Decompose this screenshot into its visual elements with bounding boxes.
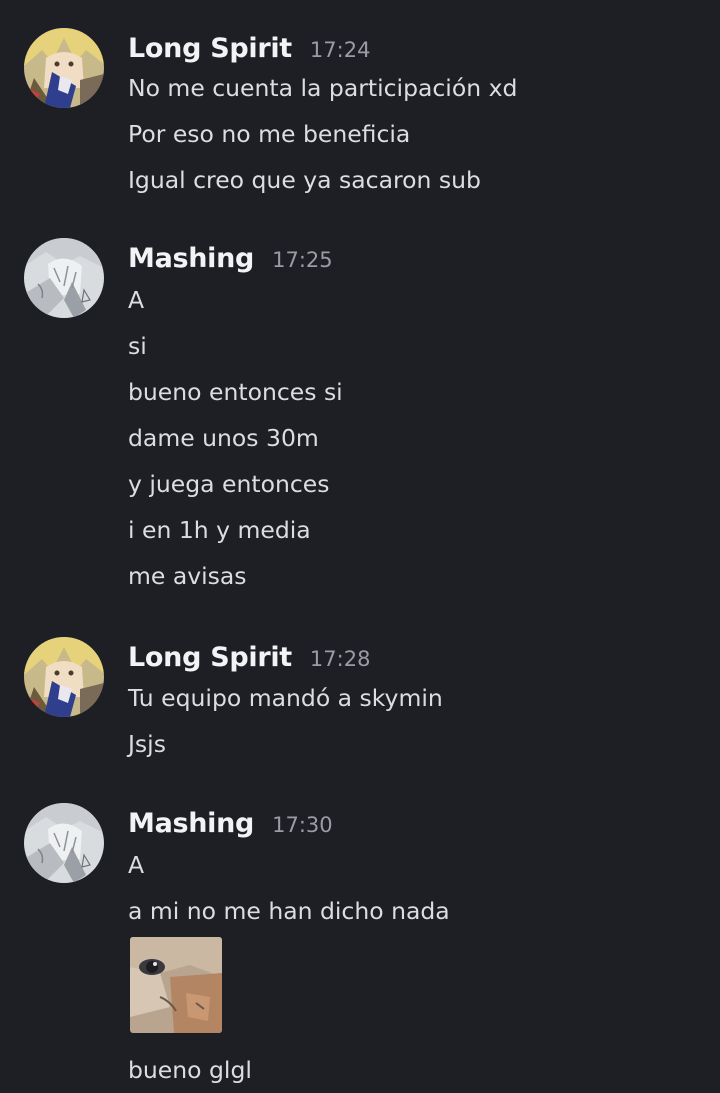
message-text: dame unos 30m: [128, 424, 319, 452]
message-text: A: [128, 286, 145, 314]
message-text: me avisas: [128, 562, 247, 590]
message-group: Long Spirit 17:28 Tu equipo mandó a skym…: [0, 637, 720, 767]
message-text: No me cuenta la participación xd: [128, 74, 518, 102]
author-name[interactable]: Mashing: [128, 808, 254, 839]
message-text: bueno glgl: [128, 1056, 252, 1084]
message-group: Mashing 17:25 A si bueno entonces si dam…: [0, 238, 720, 598]
message-text: A: [128, 851, 145, 879]
cat-photo-attachment-icon[interactable]: [130, 937, 222, 1033]
message-group: Long Spirit 17:24 No me cuenta la partic…: [0, 28, 720, 198]
message-header: Mashing 17:30: [128, 803, 333, 843]
message-header: Long Spirit 17:24: [128, 28, 370, 68]
author-name[interactable]: Long Spirit: [128, 33, 292, 64]
message-text: bueno entonces si: [128, 378, 343, 406]
timestamp: 17:28: [309, 647, 371, 671]
message-group: Mashing 17:30 A a mi no me han dicho nad…: [0, 803, 720, 1093]
timestamp: 17:30: [272, 813, 333, 837]
sketch-avatar-icon[interactable]: [24, 238, 104, 318]
author-name[interactable]: Mashing: [128, 243, 254, 274]
anime-blonde-avatar-icon[interactable]: [24, 637, 104, 717]
message-text: i en 1h y media: [128, 516, 311, 544]
sketch-avatar-icon[interactable]: [24, 803, 104, 883]
message-text: Por eso no me beneficia: [128, 120, 411, 148]
timestamp: 17:24: [309, 38, 371, 62]
message-text: Tu equipo mandó a skymin: [128, 684, 443, 712]
message-text: Igual creo que ya sacaron sub: [128, 166, 481, 194]
timestamp: 17:25: [272, 248, 333, 272]
message-text: a mi no me han dicho nada: [128, 897, 450, 925]
message-header: Long Spirit 17:28: [128, 637, 370, 677]
anime-blonde-avatar-icon[interactable]: [24, 28, 104, 108]
message-header: Mashing 17:25: [128, 238, 333, 278]
message-text: si: [128, 332, 147, 360]
chat-message-list: Long Spirit 17:24 No me cuenta la partic…: [0, 0, 720, 1093]
author-name[interactable]: Long Spirit: [128, 642, 292, 673]
message-text: y juega entonces: [128, 470, 330, 498]
message-text: Jsjs: [128, 730, 166, 758]
